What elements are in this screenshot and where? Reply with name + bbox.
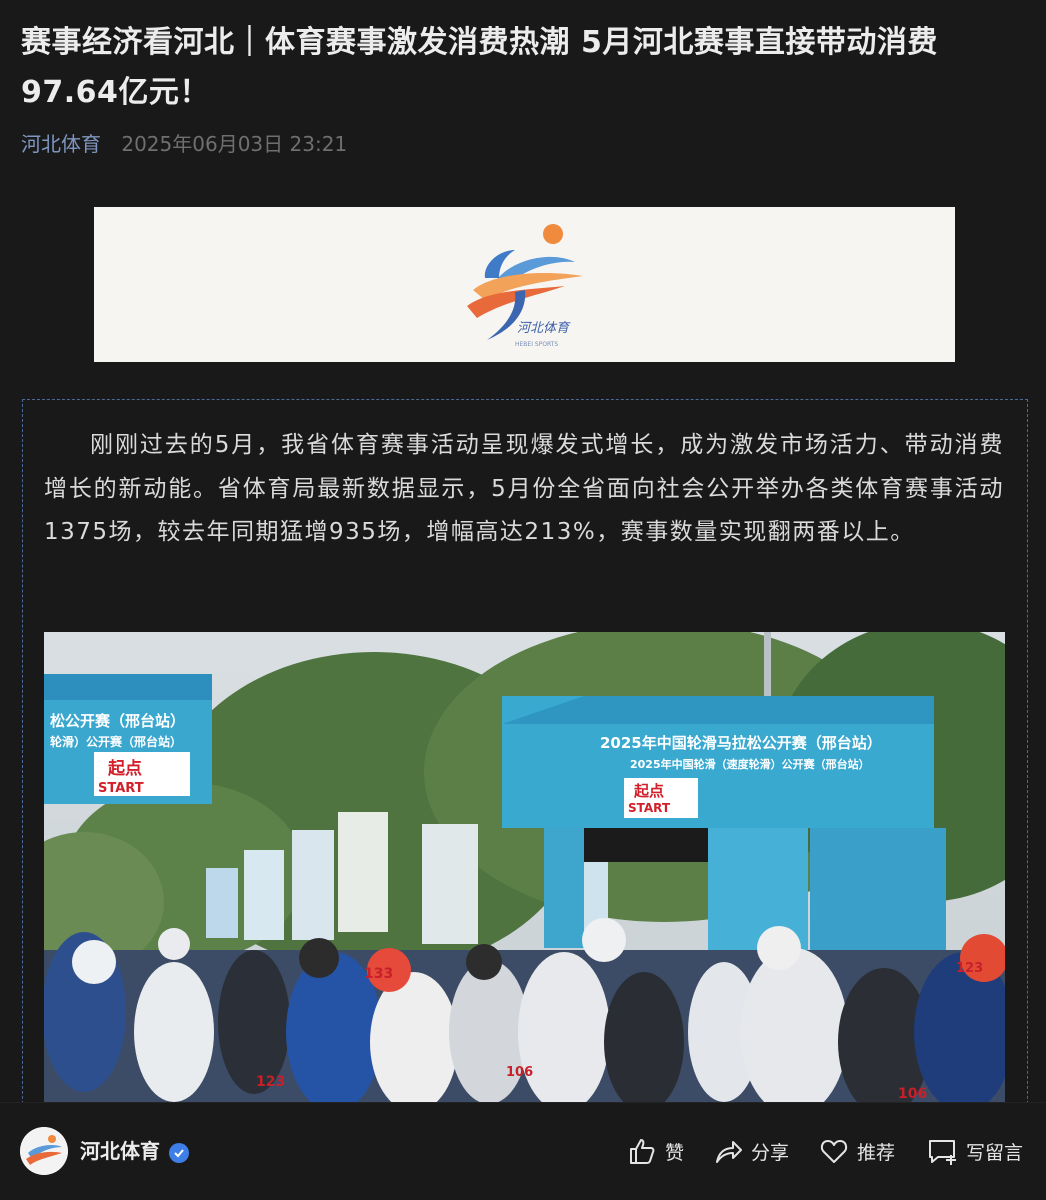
svg-text:START: START [98,781,144,796]
share-arrow-icon [716,1141,742,1163]
account-avatar[interactable] [20,1127,68,1175]
hebei-sports-avatar-icon [20,1127,68,1175]
recommend-label: 推荐 [857,1141,896,1164]
svg-text:松公开赛（邢台站）: 松公开赛（邢台站） [50,712,185,730]
publish-time: 2025年06月03日 23:21 [121,132,348,156]
heart-icon [820,1140,848,1163]
account-name[interactable]: 河北体育 [80,1137,160,1165]
svg-text:起点: 起点 [107,758,142,779]
hebei-sports-logo: 河北体育 HEBEI SPORTS [466,223,583,348]
like-button[interactable]: 赞 [627,1133,684,1169]
svg-text:123: 123 [956,961,983,976]
thumbs-up-icon [630,1139,655,1164]
race-start-photo: 松公开赛（邢台站） 轮滑）公开赛（邢台站） 起点 START 2025年中国轮滑… [44,632,1005,1102]
svg-text:2025年中国轮滑马拉松公开赛（邢台站）: 2025年中国轮滑马拉松公开赛（邢台站） [600,734,882,752]
source-account-link[interactable]: 河北体育 [21,132,101,156]
svg-text:HEBEI SPORTS: HEBEI SPORTS [515,341,558,348]
svg-text:轮滑）公开赛（邢台站）: 轮滑）公开赛（邢台站） [50,734,182,749]
like-label: 赞 [665,1141,685,1164]
svg-text:2025年中国轮滑（速度轮滑）公开赛（邢台站）: 2025年中国轮滑（速度轮滑）公开赛（邢台站） [630,757,870,771]
svg-text:START: START [628,801,671,815]
recommend-button[interactable]: 推荐 [819,1133,895,1169]
svg-text:河北体育: 河北体育 [517,320,571,336]
share-button[interactable]: 分享 [713,1133,789,1169]
share-label: 分享 [751,1141,790,1164]
header-banner-image: 河北体育 HEBEI SPORTS [94,207,955,362]
verified-badge-icon [169,1143,189,1163]
svg-text:起点: 起点 [633,782,664,800]
comment-button[interactable]: 写留言 [926,1133,1023,1169]
comment-bubble-icon [929,1140,956,1165]
svg-text:133: 133 [364,966,393,982]
svg-text:106: 106 [506,1065,533,1080]
svg-text:106: 106 [898,1086,927,1102]
article-paragraph: 刚刚过去的5月，我省体育赛事活动呈现爆发式增长，成为激发市场活力、带动消费增长的… [44,432,1004,545]
bottom-action-bar: 河北体育 赞 分享 推荐 写留言 [0,1102,1046,1200]
comment-label: 写留言 [966,1141,1024,1164]
svg-text:123: 123 [256,1074,285,1090]
article-title: 赛事经济看河北｜体育赛事激发消费热潮 5月河北赛事直接带动消费97.64亿元！ [21,25,938,110]
article-meta: 河北体育 2025年06月03日 23:21 [21,128,347,160]
